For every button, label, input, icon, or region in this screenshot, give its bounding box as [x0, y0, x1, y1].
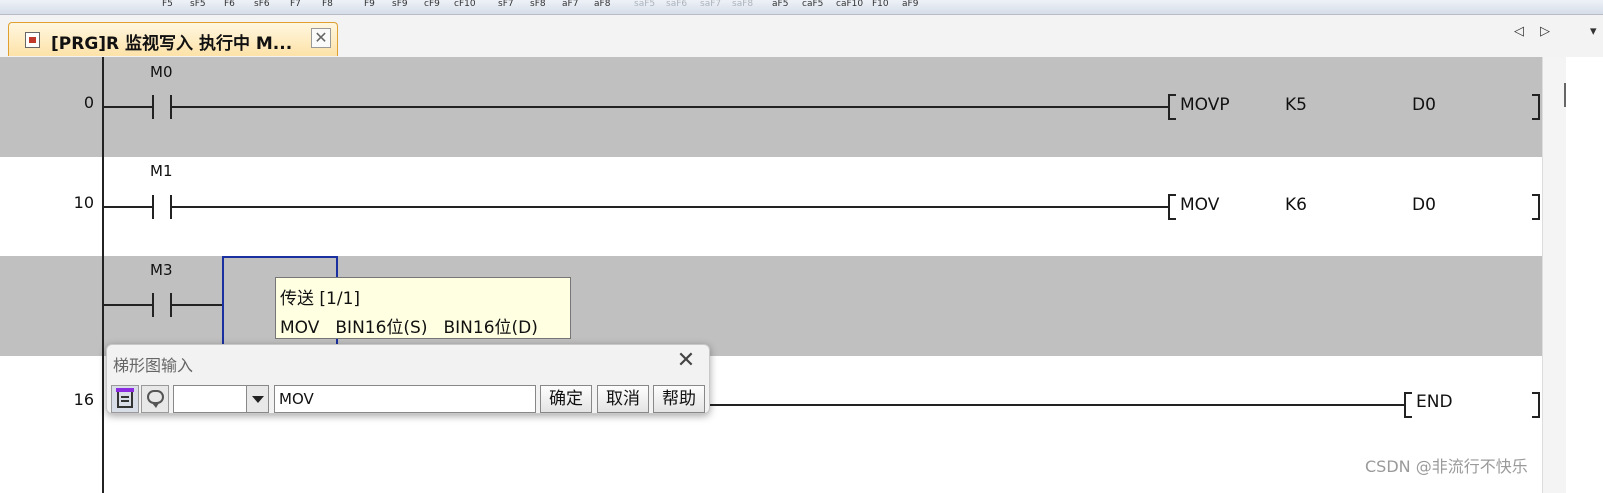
- dropdown-arrow-icon[interactable]: [246, 386, 268, 412]
- tooltip-arg: BIN16位(S): [335, 318, 428, 338]
- instruction-input[interactable]: [274, 385, 536, 413]
- rung-wire: [104, 206, 152, 208]
- contact-label: M3: [150, 261, 173, 279]
- help-button[interactable]: 帮助: [653, 385, 705, 413]
- step-number: 0: [83, 93, 94, 112]
- instruction-operand[interactable]: D0: [1412, 95, 1436, 115]
- contact-label: M1: [150, 162, 173, 180]
- rung-wire: [709, 404, 1406, 406]
- dialog-title: 梯形图输入: [113, 356, 194, 375]
- toolbar-fkey[interactable]: aF7: [562, 0, 578, 9]
- toolbar-fkey[interactable]: saF7: [700, 0, 721, 9]
- instruction-name[interactable]: MOVP: [1180, 95, 1230, 115]
- end-instruction[interactable]: END: [1416, 392, 1453, 412]
- editor-margin: [1566, 57, 1603, 493]
- toolbar-fkey[interactable]: saF5: [634, 0, 655, 9]
- toolbar-fkey[interactable]: cF9: [424, 0, 440, 9]
- ladder-input-dialog: 梯形图输入 ✕ 确定 取消 帮助: [106, 344, 710, 414]
- rung-wire: [172, 206, 1170, 208]
- comment-button[interactable]: [141, 385, 169, 413]
- tab-close-icon[interactable]: ✕: [311, 28, 331, 48]
- symbol-type-select[interactable]: [173, 385, 269, 413]
- rung-wire: [172, 304, 222, 306]
- instruction-name[interactable]: MOV: [1180, 195, 1219, 215]
- tooltip-args: MOV BIN16位(S) BIN16位(D): [280, 313, 554, 338]
- program-file-icon: [25, 32, 40, 48]
- contact-symbol[interactable]: [152, 95, 154, 119]
- ok-button[interactable]: 确定: [540, 385, 592, 413]
- tab-scroll-left-icon[interactable]: ◁: [1514, 24, 1524, 39]
- toolbar-fkey[interactable]: sF7: [498, 0, 514, 9]
- toolbar-fkey[interactable]: F8: [322, 0, 333, 9]
- instruction-operand[interactable]: K6: [1285, 195, 1307, 215]
- instruction-bracket: [1532, 94, 1540, 120]
- vertical-scrollbar[interactable]: [1542, 57, 1567, 493]
- toolbar-fkey[interactable]: aF8: [594, 0, 610, 9]
- toolbar-fkey[interactable]: caF5: [802, 0, 823, 9]
- instruction-bracket: [1532, 392, 1540, 418]
- ladder-symbol-button[interactable]: [111, 385, 139, 413]
- tab-scroll-right-icon[interactable]: ▷: [1540, 24, 1550, 39]
- tab-title: [PRG]R 监视写入 执行中 M...: [51, 34, 293, 54]
- toolbar-fkey[interactable]: F5: [162, 0, 173, 9]
- toolbar-fkey[interactable]: F7: [290, 0, 301, 9]
- toolbar-fkey[interactable]: F10: [872, 0, 889, 9]
- ladder-symbol-icon: [116, 388, 134, 408]
- step-number: 10: [73, 193, 94, 212]
- toolbar-fkey[interactable]: sF6: [254, 0, 270, 9]
- instruction-bracket: [1168, 194, 1176, 220]
- toolbar: F5 sF5 F6 sF6 F7 F8 F9 sF9 cF9 cF10 sF7 …: [0, 0, 1603, 15]
- toolbar-fkey[interactable]: saF8: [732, 0, 753, 9]
- toolbar-fkey[interactable]: sF9: [392, 0, 408, 9]
- instruction-tooltip: 传送 [1/1] MOV BIN16位(S) BIN16位(D): [275, 277, 571, 339]
- instruction-bracket: [1532, 194, 1540, 220]
- toolbar-fkey[interactable]: saF6: [666, 0, 687, 9]
- tab-bar: [PRG]R 监视写入 执行中 M... ✕ ◁ ▷ ▾: [0, 15, 1603, 59]
- rung-wire: [104, 304, 152, 306]
- toolbar-fkey[interactable]: sF5: [190, 0, 206, 9]
- rung-wire: [104, 106, 152, 108]
- toolbar-fkey[interactable]: aF9: [902, 0, 918, 9]
- tab-program[interactable]: [PRG]R 监视写入 执行中 M... ✕: [8, 22, 338, 56]
- instruction-bracket: [1168, 94, 1176, 120]
- comment-icon: [147, 390, 164, 408]
- contact-symbol[interactable]: [152, 293, 154, 317]
- tooltip-arg: MOV: [280, 318, 320, 338]
- toolbar-fkey[interactable]: cF10: [454, 0, 476, 9]
- instruction-bracket: [1404, 392, 1412, 418]
- tooltip-arg: BIN16位(D): [443, 318, 538, 338]
- contact-label: M0: [150, 63, 173, 81]
- toolbar-fkey[interactable]: aF5: [772, 0, 788, 9]
- dialog-close-icon[interactable]: ✕: [672, 347, 700, 375]
- step-number: 16: [73, 390, 94, 409]
- tooltip-title: 传送 [1/1]: [280, 289, 361, 309]
- cancel-button[interactable]: 取消: [597, 385, 649, 413]
- instruction-operand[interactable]: K5: [1285, 95, 1307, 115]
- watermark: CSDN @非流行不快乐: [1365, 457, 1528, 476]
- toolbar-fkey[interactable]: F9: [364, 0, 375, 9]
- tab-list-menu-icon[interactable]: ▾: [1590, 24, 1597, 39]
- toolbar-fkey[interactable]: F6: [224, 0, 235, 9]
- rung-wire: [172, 106, 1170, 108]
- contact-symbol[interactable]: [152, 195, 154, 219]
- toolbar-fkey[interactable]: caF10: [836, 0, 863, 9]
- instruction-operand[interactable]: D0: [1412, 195, 1436, 215]
- toolbar-fkey[interactable]: sF8: [530, 0, 546, 9]
- left-power-rail: [102, 57, 104, 493]
